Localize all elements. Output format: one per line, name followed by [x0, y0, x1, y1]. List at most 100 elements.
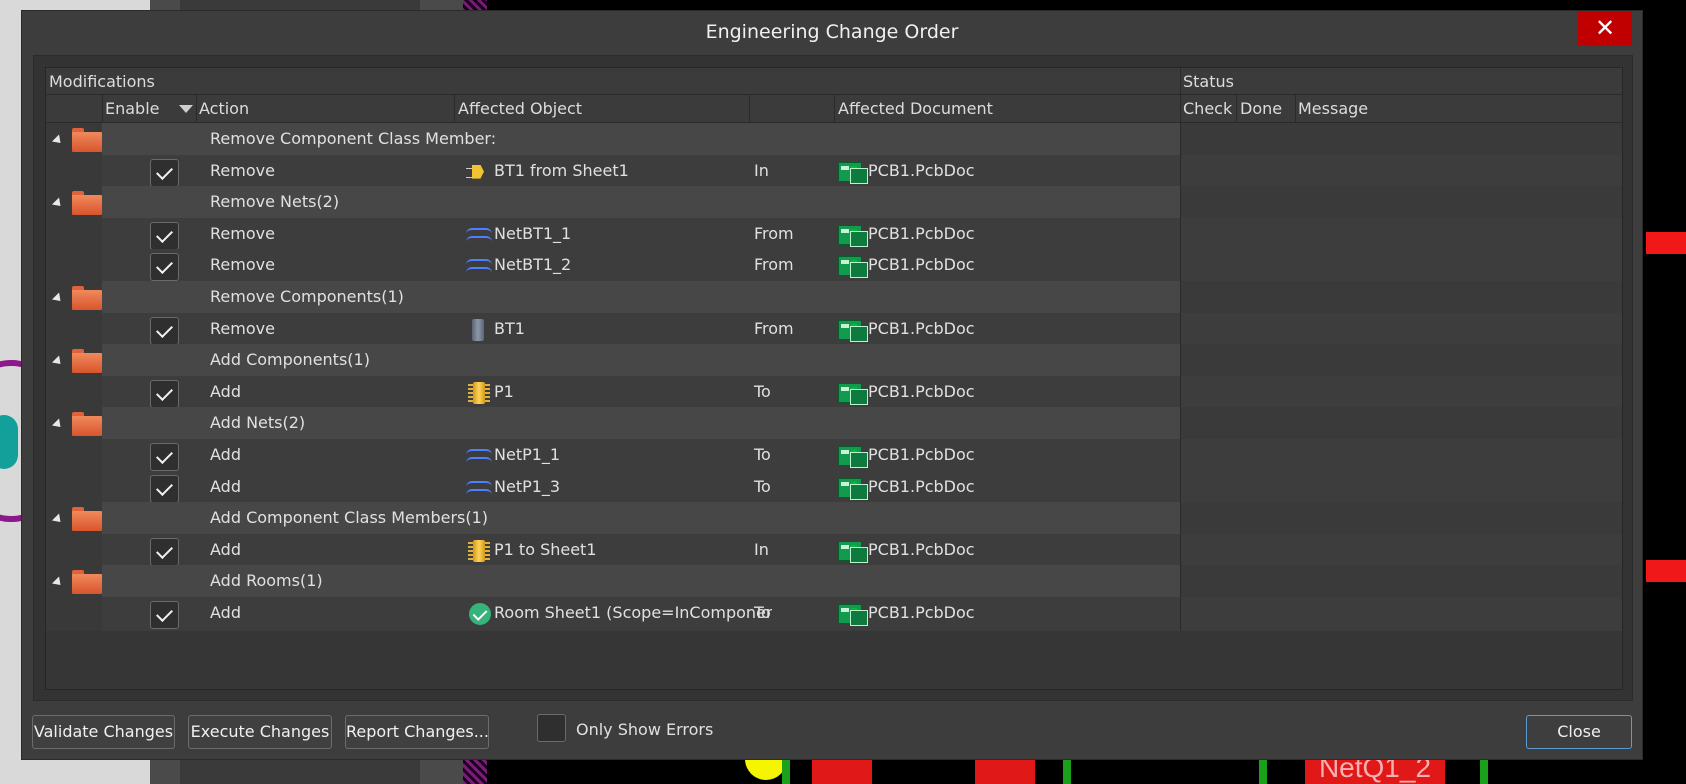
component-yellow-icon [466, 381, 492, 404]
group-label: Add Components(1) [210, 350, 370, 370]
affected-document-cell: PCB1.PcbDoc [868, 160, 975, 180]
net-icon [466, 445, 492, 467]
affected-document-cell: PCB1.PcbDoc [868, 539, 975, 559]
pcb-document-icon [838, 223, 868, 247]
column-action[interactable]: Action [199, 99, 249, 118]
action-cell: Remove [210, 255, 275, 275]
modifications-grid: Modifications Status Enable Action Affec… [45, 67, 1623, 690]
group-row[interactable]: Remove Component Class Member: [46, 123, 1622, 157]
change-row[interactable]: Remove NetBT1_2 From PCB1.PcbDoc [46, 249, 1622, 284]
action-cell: Add [210, 476, 241, 496]
net-icon [466, 477, 492, 499]
column-affected-document[interactable]: Affected Document [838, 99, 993, 118]
action-cell: Remove [210, 223, 275, 243]
affected-document-cell: PCB1.PcbDoc [868, 445, 975, 464]
change-row[interactable]: Add NetP1_1 To PCB1.PcbDoc [46, 439, 1622, 473]
column-affected-object[interactable]: Affected Object [458, 99, 582, 118]
component-grey-icon [466, 318, 492, 341]
affected-object-cell: P1 [494, 381, 514, 401]
group-row[interactable]: Add Components(1) [46, 344, 1622, 379]
direction-cell: In [754, 160, 769, 180]
folder-icon [72, 191, 102, 216]
background-trace [1646, 560, 1686, 582]
execute-changes-button[interactable]: Execute Changes [188, 715, 332, 749]
affected-document-cell: PCB1.PcbDoc [868, 318, 975, 338]
enable-checkbox[interactable] [150, 158, 179, 187]
only-show-errors-checkbox[interactable] [537, 714, 566, 742]
group-row[interactable]: Remove Nets(2) [46, 186, 1622, 221]
affected-document-cell: PCB1.PcbDoc [868, 476, 975, 496]
column-check[interactable]: Check [1183, 99, 1232, 118]
action-cell: Add [210, 445, 241, 464]
group-label: Add Rooms(1) [210, 571, 323, 591]
header-band: Modifications Status [46, 68, 1622, 95]
group-row[interactable]: Add Nets(2) [46, 407, 1622, 442]
pcb-document-icon [838, 254, 868, 279]
close-icon[interactable]: ✕ [1578, 11, 1632, 45]
enable-checkbox[interactable] [150, 221, 179, 250]
affected-object-cell: BT1 from Sheet1 [494, 160, 629, 180]
group-row[interactable]: Add Rooms(1) [46, 565, 1622, 600]
enable-checkbox[interactable] [150, 601, 179, 629]
action-cell: Add [210, 381, 241, 401]
group-label: Remove Components(1) [210, 287, 404, 306]
column-enable[interactable]: Enable [105, 99, 160, 118]
folder-icon [72, 507, 102, 532]
room-icon [466, 603, 492, 625]
validate-changes-button[interactable]: Validate Changes [32, 715, 175, 749]
change-row[interactable]: Add P1 To PCB1.PcbDoc [46, 375, 1622, 410]
dialog-title: Engineering Change Order [705, 21, 959, 43]
pcb-document-icon [838, 602, 868, 626]
direction-cell: From [754, 318, 794, 338]
affected-document-cell: PCB1.PcbDoc [868, 603, 975, 622]
group-label: Add Component Class Members(1) [210, 508, 489, 528]
sort-arrow-icon[interactable] [179, 105, 193, 113]
modifications-panel: Modifications Status Enable Action Affec… [33, 55, 1633, 701]
modifications-header: Modifications [49, 72, 155, 91]
direction-cell: From [754, 255, 794, 275]
pcb-document-icon [838, 318, 868, 342]
enable-checkbox[interactable] [150, 537, 179, 566]
change-row[interactable]: Remove BT1 from Sheet1 In PCB1.PcbDoc [46, 154, 1622, 189]
enable-checkbox[interactable] [150, 316, 179, 345]
group-row[interactable]: Remove Components(1) [46, 281, 1622, 315]
enable-checkbox[interactable] [150, 474, 179, 503]
affected-object-cell: NetBT1_2 [494, 255, 572, 275]
change-row[interactable]: Remove BT1 From PCB1.PcbDoc [46, 312, 1622, 347]
change-row[interactable]: Add Room Sheet1 (Scope=InComponent To PCB1.… [46, 597, 1622, 631]
background-pad [0, 415, 18, 469]
pcb-document-icon [838, 444, 868, 468]
report-changes-button[interactable]: Report Changes... [345, 715, 489, 749]
affected-object-cell: NetP1_3 [494, 476, 561, 496]
action-cell: Add [210, 603, 241, 622]
change-row[interactable]: Remove NetBT1_1 From PCB1.PcbDoc [46, 217, 1622, 252]
enable-checkbox[interactable] [150, 443, 179, 471]
column-done[interactable]: Done [1240, 99, 1282, 118]
component-class-icon [466, 161, 492, 183]
folder-icon [72, 412, 102, 437]
only-show-errors-label[interactable]: Only Show Errors [576, 720, 713, 739]
change-row[interactable]: Add NetP1_3 To PCB1.PcbDoc [46, 470, 1622, 505]
net-icon [466, 255, 492, 277]
affected-document-cell: PCB1.PcbDoc [868, 381, 975, 401]
direction-cell: From [754, 223, 794, 243]
enable-checkbox[interactable] [150, 253, 179, 282]
status-header: Status [1183, 72, 1234, 91]
change-row[interactable]: Add P1 to Sheet1 In PCB1.PcbDoc [46, 533, 1622, 568]
column-headers: Enable Action Affected Object Affected D… [46, 95, 1622, 123]
affected-object-cell: BT1 [494, 318, 525, 338]
affected-document-cell: PCB1.PcbDoc [868, 255, 975, 275]
pcb-document-icon [838, 160, 868, 184]
affected-document-cell: PCB1.PcbDoc [868, 223, 975, 243]
dialog-titlebar[interactable]: Engineering Change Order ✕ [22, 11, 1642, 55]
enable-checkbox[interactable] [150, 379, 179, 408]
pcb-document-icon [838, 476, 868, 500]
net-icon [466, 224, 492, 246]
pcb-document-icon [838, 539, 868, 563]
direction-cell: In [754, 539, 769, 559]
group-row[interactable]: Add Component Class Members(1) [46, 502, 1622, 537]
direction-cell: To [754, 476, 771, 496]
close-button[interactable]: Close [1526, 715, 1632, 749]
column-message[interactable]: Message [1298, 99, 1368, 118]
group-label: Remove Nets(2) [210, 192, 340, 212]
